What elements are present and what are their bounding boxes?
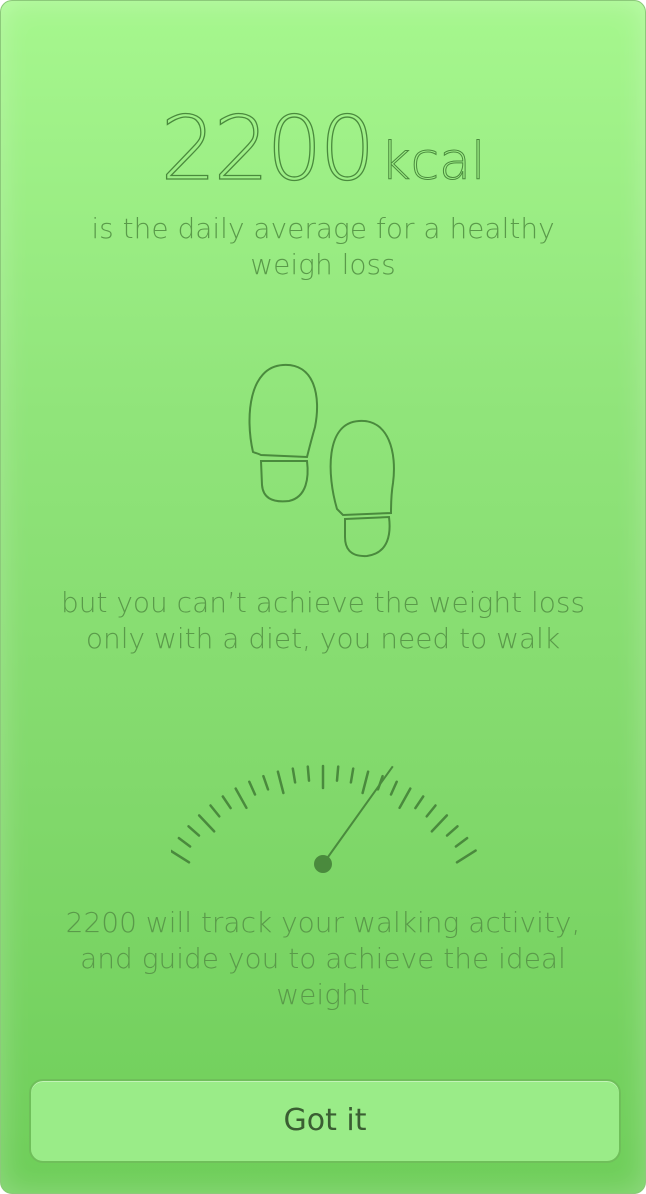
calorie-number: 2200 — [160, 96, 376, 200]
gauge-tick — [349, 767, 355, 784]
gauge-tick — [262, 774, 270, 791]
track-line: weight — [276, 978, 370, 1011]
got-it-button[interactable]: Got it — [29, 1079, 621, 1163]
gauge-tick — [197, 814, 216, 833]
intro-line: is the daily average for a healthy — [91, 212, 555, 245]
walk-line: only with a diet, you need to walk — [85, 622, 561, 655]
gauge-icon — [171, 764, 477, 873]
intro-text: is the daily average for a healthy weigh… — [1, 211, 645, 283]
gauge-tick — [177, 836, 192, 848]
gauge-tick — [306, 765, 311, 782]
gauge-tick — [398, 787, 412, 810]
gauge-tick — [234, 787, 248, 810]
gauge-tick — [389, 780, 398, 796]
track-line: and guide you to achieve the ideal — [80, 942, 566, 975]
track-text: 2200 will track your walking activity, a… — [1, 905, 645, 1013]
gauge-tick — [454, 836, 469, 848]
gauge-tick — [171, 849, 191, 864]
gauge-tick — [414, 795, 425, 810]
gauge-tick — [221, 795, 232, 810]
gauge-tick — [430, 814, 449, 833]
intro-line: weigh loss — [250, 248, 396, 281]
onboarding-card: 2200 kcal is the daily average for a heal… — [0, 0, 646, 1194]
track-line: 2200 will track your walking activity, — [65, 906, 581, 939]
gauge-tick — [276, 770, 285, 795]
gauge-tick — [455, 849, 477, 864]
calorie-goal: 2200 kcal — [1, 96, 645, 200]
gauge-tick — [361, 770, 370, 795]
walk-text: but you can’t achieve the weight loss on… — [1, 585, 645, 657]
gauge-tick — [187, 825, 201, 837]
gauge-tick — [425, 804, 437, 818]
gauge-tick — [248, 780, 257, 796]
gauge-tick — [445, 825, 459, 837]
gauge-tick — [335, 765, 340, 782]
gauge-tick — [209, 804, 221, 818]
footprints-icon — [248, 363, 395, 558]
walk-line: but you can’t achieve the weight loss — [60, 586, 586, 619]
gauge-needle — [322, 765, 394, 865]
gauge-pivot — [314, 855, 332, 873]
calorie-unit: kcal — [380, 132, 486, 193]
gauge-tick — [291, 767, 297, 784]
